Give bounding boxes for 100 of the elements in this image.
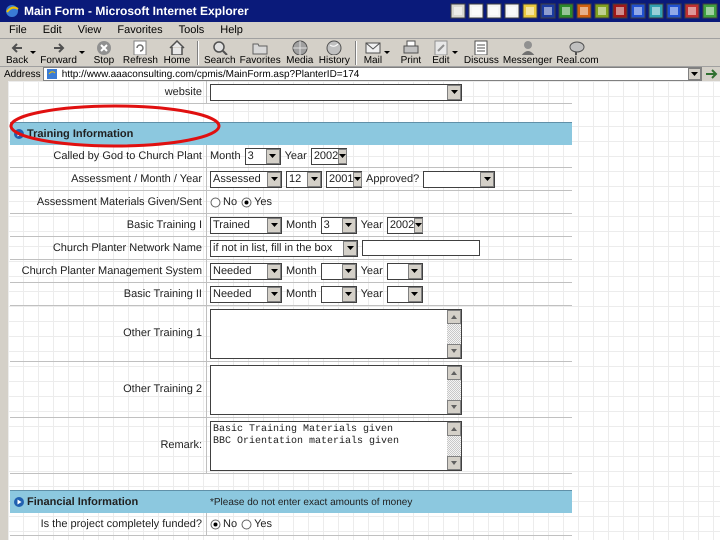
app-icon [630,3,646,19]
caret-icon [270,269,278,273]
caret-icon [345,292,352,296]
toolbar-button[interactable]: Search [202,38,238,66]
dropdown-button[interactable] [688,68,701,80]
field-label: Month [286,264,317,279]
text-area[interactable]: Basic Training Materials given BBC Orientation materials given [210,420,462,470]
field-label: Other Training 2 [123,382,202,398]
input-field[interactable] [362,240,480,256]
dropdown[interactable] [320,262,357,280]
dropdown[interactable] [320,286,357,302]
scroll-up-icon [447,422,461,436]
dropdown[interactable]: Needed [210,286,282,302]
caret-icon [452,50,458,54]
caret-icon [345,269,352,273]
document-icon [472,39,490,55]
radio-option[interactable]: No [210,516,238,532]
app-icon [576,3,592,19]
toolbar-button[interactable]: Home [160,38,194,66]
scrollbar[interactable] [447,310,461,358]
dropdown[interactable]: 3 [320,216,357,234]
caret-icon [384,50,390,54]
bullet-icon [14,497,24,507]
menu-item[interactable]: Help [219,22,244,38]
app-icon [558,3,574,19]
address-field[interactable]: http://www.aaaconsulting.com/cpmis/MainForm.asp?PlanterID=174 [42,67,702,81]
app-icon [450,3,466,19]
toolbar-button[interactable]: Discuss [462,38,501,66]
app-icon [666,3,682,19]
app-icon [468,3,484,19]
scroll-up-icon [447,310,461,324]
section-title: Training Information [27,126,134,142]
dropdown[interactable]: 12 [286,170,322,188]
browser-icon [4,3,20,19]
radio-option[interactable]: Yes [241,194,272,210]
dropdown[interactable]: 2002 [386,216,423,234]
menu-item[interactable]: Favorites [116,22,164,38]
toolbar-button[interactable]: Back [4,38,38,66]
radio-button[interactable] [210,196,221,208]
field-label: Basic Training I [126,218,202,233]
menu-item[interactable]: View [76,22,102,38]
toolbar-button[interactable]: Messenger [500,38,554,66]
radio-button[interactable] [210,518,221,530]
scrollbar[interactable] [447,422,461,470]
caret-icon [345,223,352,227]
toolbar-button[interactable]: Print [394,38,428,66]
toolbar-button[interactable]: History [316,38,352,66]
dropdown[interactable]: Needed [210,262,282,280]
dropdown[interactable] [423,170,496,188]
dropdown[interactable]: Assessed [210,170,282,188]
radio-option[interactable]: Yes [241,516,272,532]
toolbar-button[interactable]: Forward [38,38,87,66]
scroll-down-icon [447,456,461,470]
refresh-icon [131,39,150,55]
caret-icon [354,177,362,181]
dropdown[interactable]: 2002 [310,148,347,164]
caret-icon [78,50,85,54]
toolbar-button[interactable]: Favorites [238,38,283,66]
field-label: Year [360,218,383,233]
radio-button[interactable] [241,196,252,208]
dropdown[interactable]: Trained [210,216,282,234]
text-area[interactable] [210,308,462,358]
app-icon [522,3,538,19]
radio-button[interactable] [241,518,252,530]
toolbar-button[interactable]: Real.com [554,38,601,66]
dropdown[interactable]: if not in list, fill in the box [210,240,358,256]
app-icon [684,3,700,19]
toolbar-button[interactable]: Stop [86,38,121,66]
dropdown[interactable]: 2001 [326,170,362,188]
menu-item[interactable]: File [8,22,28,38]
scroll-up-icon [447,366,461,380]
field-label: Church Planter Network Name [52,240,202,256]
field-label: Month [286,218,317,233]
field-label: Is the project completely funded? [40,516,202,532]
toolbar-button[interactable]: Mail [360,38,394,66]
scrollbar[interactable] [447,366,461,414]
scroll-down-icon [447,400,461,414]
field-label: Basic Training II [124,286,202,302]
field-label: Other Training 1 [123,326,202,342]
app-icon [540,3,556,19]
toolbar-button[interactable]: Refresh [120,38,160,66]
toolbar-button[interactable]: Media [282,38,317,66]
dropdown[interactable] [386,262,423,280]
address-label: Address [4,68,41,82]
app-icon [594,3,610,19]
text-area[interactable] [210,364,462,414]
app-icon [504,3,520,19]
menu-item[interactable]: Edit [42,22,63,38]
field-label: Remark: [160,438,202,454]
go-arrow-icon [704,68,720,80]
toolbar-button[interactable]: Edit [428,38,462,66]
stop-icon [94,39,113,55]
dropdown[interactable]: 3 [244,148,281,164]
field-label: Year [360,264,383,279]
radio-option[interactable]: No [210,194,238,210]
caret-icon [270,177,278,181]
caret-icon [30,50,36,54]
menu-item[interactable]: Tools [178,22,206,38]
dropdown[interactable] [210,84,462,100]
dropdown[interactable] [386,286,423,302]
